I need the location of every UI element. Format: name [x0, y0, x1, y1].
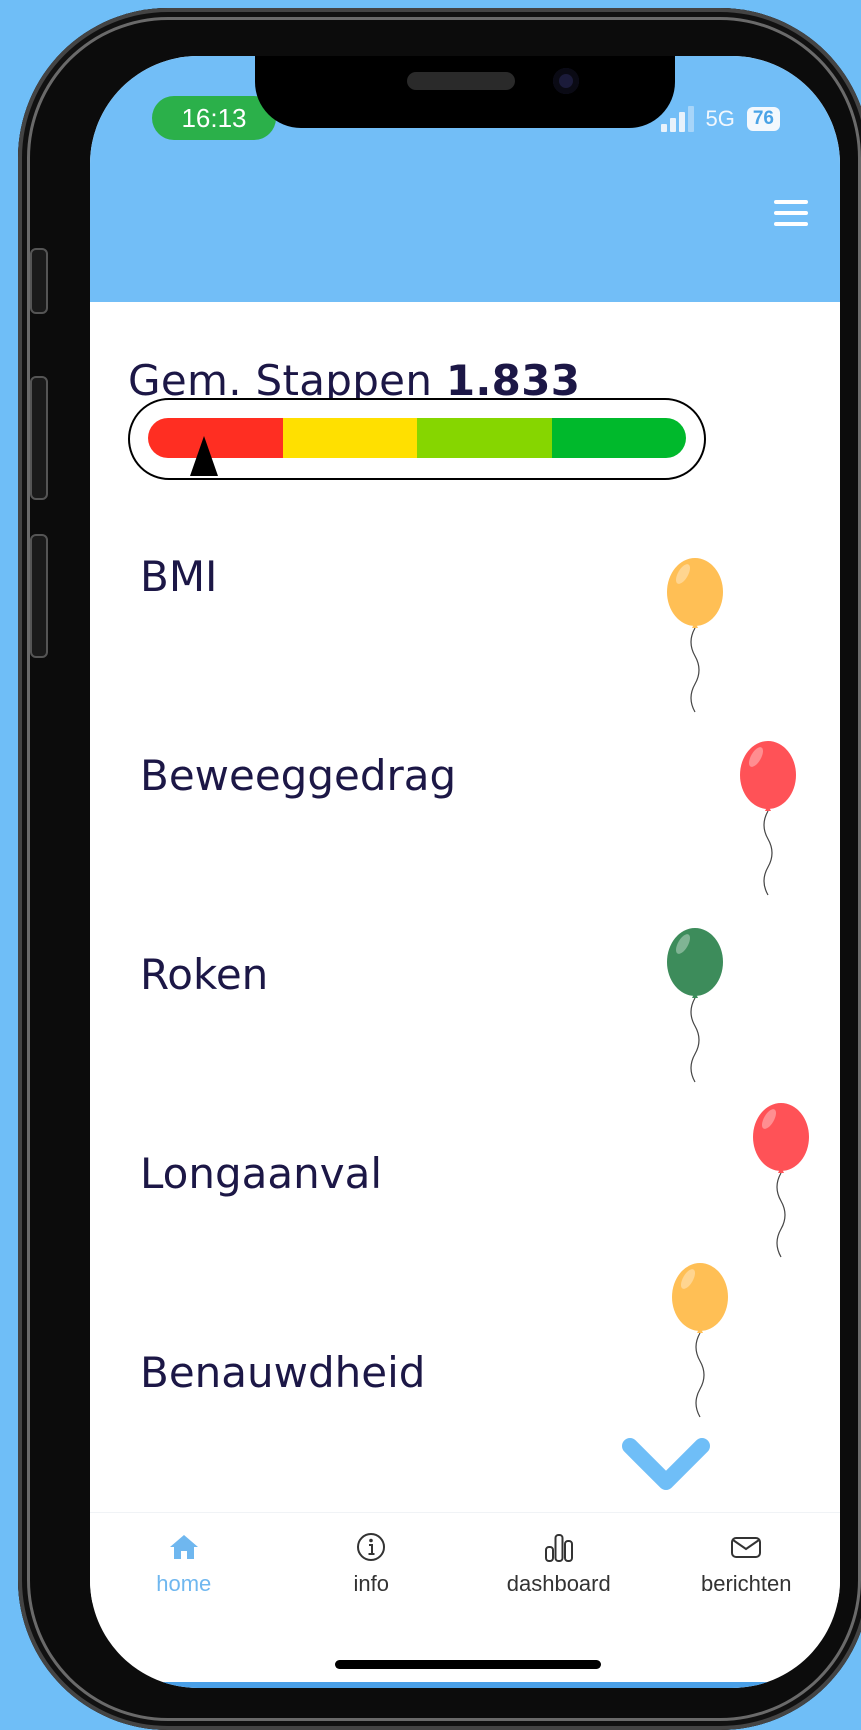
- app-header: 16:13 5G 76: [90, 56, 840, 302]
- notch: [255, 56, 675, 128]
- balloon-icon: [753, 1103, 809, 1258]
- steps-gauge: [128, 398, 706, 480]
- status-time: 16:13: [152, 96, 276, 140]
- app-screen: 16:13 5G 76 Gem. Stappen 1.833 BMI Bewee…: [90, 56, 840, 1688]
- category-row-bmi[interactable]: BMI: [110, 508, 770, 713]
- gauge-segment-green: [551, 418, 686, 458]
- chevron-down-icon[interactable]: [620, 1436, 712, 1496]
- front-camera-icon: [553, 68, 579, 94]
- category-row-roken[interactable]: Roken: [110, 906, 770, 1105]
- nav-home[interactable]: home: [90, 1513, 278, 1603]
- home-indicator: [335, 1660, 601, 1669]
- category-label: Longaanval: [140, 1149, 382, 1198]
- nav-label: dashboard: [506, 1571, 611, 1596]
- battery-badge: 76: [746, 107, 780, 131]
- nav-label: info: [353, 1571, 389, 1596]
- category-label: BMI: [140, 552, 218, 601]
- speaker-grille: [407, 72, 515, 90]
- phone-frame: 16:13 5G 76 Gem. Stappen 1.833 BMI Bewee…: [18, 8, 861, 1730]
- phone-volume-up: [30, 376, 48, 500]
- nav-dashboard[interactable]: dashboard: [465, 1513, 653, 1603]
- info-icon: [357, 1533, 386, 1561]
- envelope-icon: [731, 1537, 762, 1558]
- bar-chart-icon: [544, 1534, 573, 1562]
- nav-label: berichten: [700, 1571, 792, 1596]
- nav-label: home: [156, 1571, 212, 1596]
- balloon-icon: [667, 928, 723, 1083]
- category-label: Beweeggedrag: [140, 751, 457, 800]
- balloon-icon: [667, 558, 723, 713]
- nav-berichten[interactable]: berichten: [653, 1513, 841, 1603]
- bottom-nav: home info dashboard berichten: [90, 1512, 840, 1603]
- status-indicators: 5G 76: [660, 104, 780, 134]
- balloon-icon: [672, 1263, 728, 1418]
- category-row-beweeggedrag[interactable]: Beweeggedrag: [110, 707, 796, 906]
- phone-volume-down: [30, 534, 48, 658]
- phone-side-button: [30, 248, 48, 314]
- category-label: Roken: [140, 950, 269, 999]
- category-label: Benauwdheid: [140, 1348, 426, 1397]
- gauge-pointer-icon: [190, 436, 219, 476]
- home-icon: [169, 1535, 198, 1559]
- screen-bottom-edge: [130, 1682, 800, 1688]
- balloon-icon: [740, 741, 796, 896]
- nav-info[interactable]: info: [278, 1513, 466, 1603]
- signal-icon: [660, 106, 694, 132]
- gauge-bar: [148, 418, 686, 458]
- hamburger-menu-icon[interactable]: [774, 200, 808, 226]
- gauge-segment-lightgreen: [417, 418, 552, 458]
- gauge-segment-yellow: [282, 418, 417, 458]
- network-type: 5G: [705, 106, 735, 131]
- category-list: BMI Beweeggedrag Roken Longaanval Benauw…: [110, 508, 809, 1503]
